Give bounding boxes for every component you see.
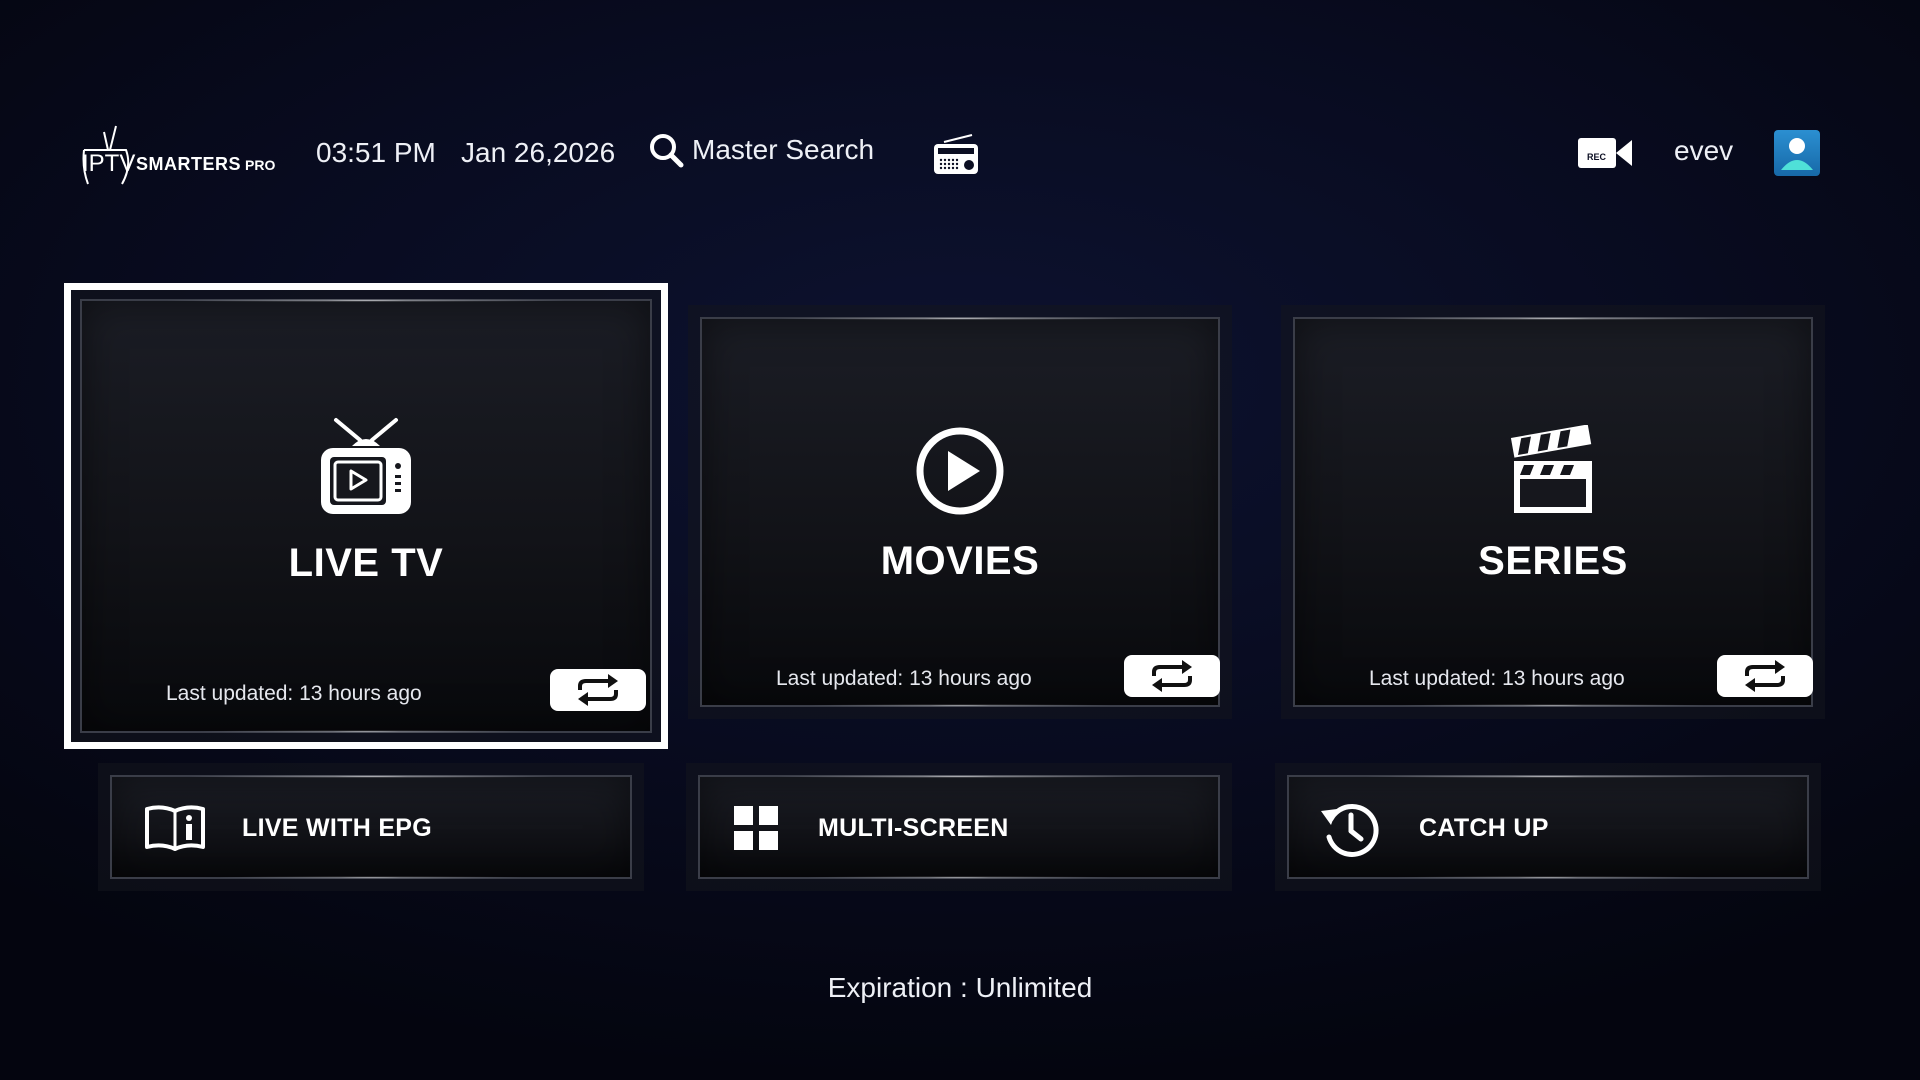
master-search-button[interactable]: Master Search	[648, 132, 874, 168]
live-tv-tile[interactable]: LIVE TV Last updated: 13 hours ago	[64, 283, 668, 749]
live-with-epg-tile[interactable]: LIVE WITH EPG	[110, 775, 632, 879]
tv-icon	[321, 418, 411, 514]
history-icon	[1321, 804, 1379, 857]
clock: 03:51 PM	[316, 137, 436, 168]
refresh-icon	[1745, 660, 1785, 692]
movies-title: MOVIES	[880, 539, 1040, 583]
multi-screen-title: MULTI-SCREEN	[818, 814, 1009, 842]
live-with-epg-title: LIVE WITH EPG	[242, 814, 433, 842]
search-icon	[650, 134, 684, 168]
movies-refresh-button[interactable]	[1124, 655, 1220, 697]
book-info-icon	[145, 805, 205, 851]
app-logo: IPTV SMARTERS PRO	[78, 124, 288, 190]
series-refresh-button[interactable]	[1717, 655, 1813, 697]
radio-icon	[934, 134, 978, 174]
date: Jan 26,2026	[461, 137, 616, 168]
live-tv-refresh-button[interactable]	[550, 669, 646, 711]
logo-pro-text: PRO	[245, 157, 276, 173]
user-avatar-button[interactable]	[1774, 130, 1820, 176]
multi-screen-tile[interactable]: MULTI-SCREEN	[698, 775, 1220, 879]
movies-last-updated: Last updated: 13 hours ago	[776, 667, 1032, 690]
live-tv-title: LIVE TV	[288, 541, 444, 585]
movies-tile[interactable]: MOVIES Last updated: 13 hours ago	[700, 317, 1220, 707]
user-icon	[1781, 138, 1813, 170]
logo-iptv-text: IPTV	[82, 150, 136, 177]
live-tv-last-updated: Last updated: 13 hours ago	[166, 682, 422, 705]
series-title: SERIES	[1478, 539, 1628, 583]
play-circle-icon	[916, 427, 1004, 515]
series-tile[interactable]: SERIES Last updated: 13 hours ago	[1293, 317, 1813, 707]
rec-badge: REC	[1587, 152, 1607, 162]
catch-up-title: CATCH UP	[1419, 814, 1549, 842]
refresh-icon	[578, 674, 618, 706]
recordings-button[interactable]: REC	[1578, 134, 1632, 172]
refresh-icon	[1152, 660, 1192, 692]
grid-icon	[734, 806, 778, 850]
clapperboard-icon	[1510, 425, 1592, 513]
expiration-text: Expiration : Unlimited	[827, 972, 1093, 1003]
series-last-updated: Last updated: 13 hours ago	[1369, 667, 1625, 690]
master-search-label: Master Search	[692, 134, 875, 165]
username: evev	[1674, 135, 1734, 166]
radio-button[interactable]	[932, 132, 980, 176]
catch-up-tile[interactable]: CATCH UP	[1287, 775, 1809, 879]
logo-brand-text: SMARTERS	[136, 154, 242, 174]
